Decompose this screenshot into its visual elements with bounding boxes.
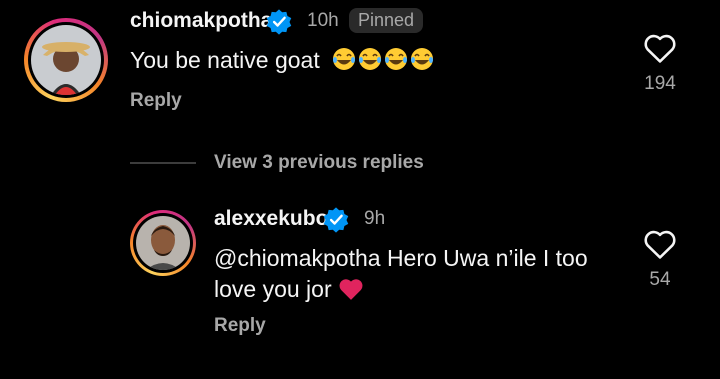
comment-timestamp: 9h [364, 208, 386, 229]
like-count: 54 [649, 269, 671, 290]
comment-username[interactable]: chiomakpotha [130, 9, 272, 33]
tears-of-joy-emoji [359, 48, 382, 70]
heart-outline-icon[interactable] [643, 228, 677, 260]
comment-text-line: @chiomakpotha Hero Uwa n’ile I too [214, 245, 588, 271]
avatar-gap [28, 22, 104, 98]
comment-thread: chiomakpotha 10h Pinned You be native go… [0, 0, 720, 379]
comment-text-content: You be native goat [130, 47, 320, 73]
comment-timestamp: 10h [307, 10, 339, 31]
reply-button[interactable]: Reply [214, 315, 266, 337]
avatar [136, 216, 190, 270]
red-heart-emoji [339, 279, 363, 300]
avatar-story-ring[interactable] [130, 210, 196, 276]
comment-text: You be native goat [130, 45, 434, 76]
tears-of-joy-emoji [385, 48, 408, 70]
laughing-emojis [330, 47, 434, 73]
avatar [31, 25, 101, 95]
comment-text-line-2: love you jor [214, 274, 588, 305]
avatar-gap [133, 213, 193, 273]
comment-text: @chiomakpotha Hero Uwa n’ile I too love … [214, 243, 588, 305]
tears-of-joy-emoji [333, 48, 356, 70]
like-count: 194 [644, 73, 676, 94]
view-previous-replies-button[interactable]: View 3 previous replies [214, 152, 424, 174]
pinned-badge: Pinned [349, 8, 424, 33]
verified-badge-icon [266, 9, 292, 35]
reply-button[interactable]: Reply [130, 90, 182, 112]
heart-outline-icon[interactable] [643, 32, 677, 64]
avatar-story-ring[interactable] [24, 18, 108, 102]
divider-line [130, 162, 196, 164]
verified-badge-icon [323, 207, 349, 233]
tears-of-joy-emoji [411, 48, 434, 70]
comment-text-content: love you jor [214, 276, 332, 302]
comment-username[interactable]: alexxekubo [214, 207, 328, 231]
